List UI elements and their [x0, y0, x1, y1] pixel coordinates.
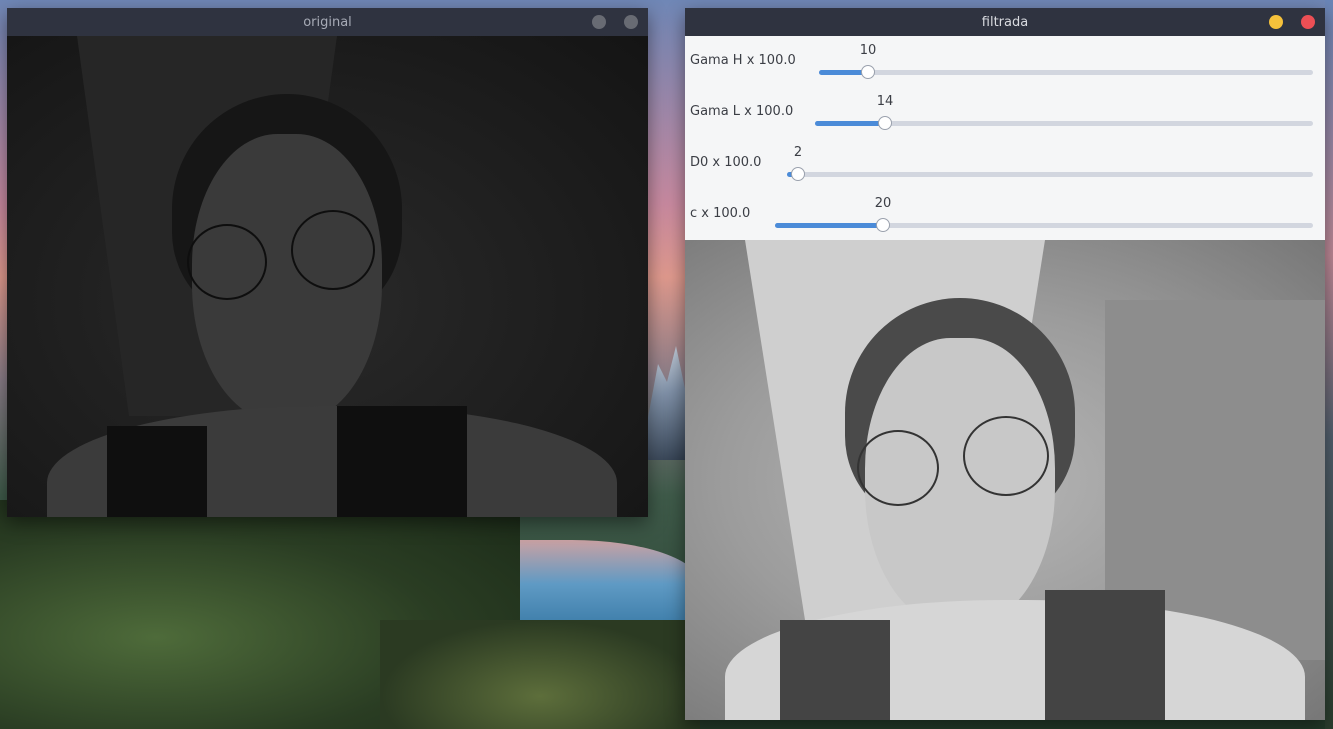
camera-image-filtrada [685, 240, 1325, 720]
tank-top-left [107, 426, 207, 517]
window-title: filtrada [981, 14, 1029, 30]
glasses-left-lens [187, 224, 267, 300]
slider-gama-h: Gama H x 100.0 10 [685, 36, 1325, 87]
slider-value: 14 [876, 94, 894, 109]
slider-fill [815, 121, 885, 126]
slider-value: 20 [874, 196, 892, 211]
titlebar-filtrada[interactable]: filtrada [685, 8, 1325, 36]
slider-handle[interactable] [861, 65, 875, 79]
window-original[interactable]: original [7, 8, 648, 517]
camera-image-original [7, 36, 648, 517]
window-filtrada[interactable]: filtrada Gama H x 100.0 10 Gama L x 100.… [685, 8, 1325, 720]
slider-d0: D0 x 100.0 2 [685, 138, 1325, 189]
slider-track[interactable] [819, 65, 1313, 79]
slider-fill [775, 223, 883, 228]
slider-handle[interactable] [876, 218, 890, 232]
tank-top-right [337, 406, 467, 517]
wallpaper-trees-foreground [380, 620, 700, 729]
tank-top-left [780, 620, 890, 720]
slider-gama-l: Gama L x 100.0 14 [685, 87, 1325, 138]
close-button[interactable] [624, 15, 638, 29]
minimize-button[interactable] [592, 15, 606, 29]
slider-track[interactable] [787, 167, 1313, 181]
slider-handle[interactable] [878, 116, 892, 130]
slider-track[interactable] [775, 218, 1313, 232]
slider-c: c x 100.0 20 [685, 189, 1325, 240]
minimize-button[interactable] [1269, 15, 1283, 29]
window-title: original [303, 14, 352, 30]
slider-label: Gama L x 100.0 [690, 104, 794, 119]
trackbar-panel: Gama H x 100.0 10 Gama L x 100.0 14 D0 x… [685, 36, 1325, 240]
wallpaper-edge [1325, 0, 1333, 729]
close-button[interactable] [1301, 15, 1315, 29]
glasses-right-lens [963, 416, 1049, 496]
slider-track[interactable] [815, 116, 1313, 130]
glasses-right-lens [291, 210, 375, 290]
slider-label: c x 100.0 [690, 206, 751, 221]
slider-value: 10 [859, 43, 877, 58]
slider-label: D0 x 100.0 [690, 155, 762, 170]
slider-handle[interactable] [791, 167, 805, 181]
slider-label: Gama H x 100.0 [690, 53, 796, 68]
glasses-left-lens [857, 430, 939, 506]
titlebar-original[interactable]: original [7, 8, 648, 36]
tank-top-right [1045, 590, 1165, 720]
slider-value: 2 [793, 145, 803, 160]
